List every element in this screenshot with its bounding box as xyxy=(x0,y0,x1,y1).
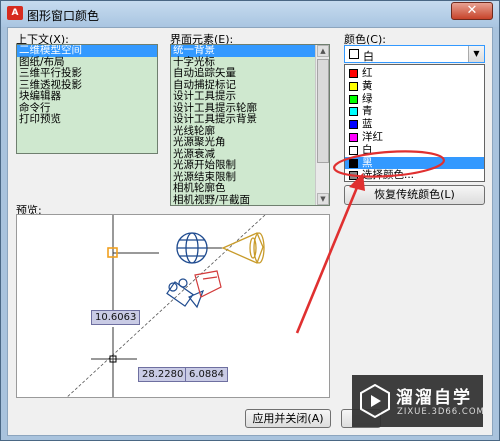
current-color-name: 白 xyxy=(363,50,374,63)
color-swatch-icon xyxy=(349,81,358,91)
color-option-label: 选择颜色... xyxy=(362,169,415,182)
interface-list-item[interactable]: 自动追踪矢量 xyxy=(171,67,315,80)
interface-list-item[interactable]: 统一背景 xyxy=(171,45,315,57)
context-list-item[interactable]: 打印预览 xyxy=(17,113,157,126)
color-option[interactable]: 白 xyxy=(345,144,484,157)
dimension-readout-1: 10.6063 xyxy=(91,310,141,325)
context-listbox[interactable]: 二维模型空间 图纸/布局 三维平行投影 三维透视投影 块编辑器 命令行 打印预览 xyxy=(16,44,158,154)
color-swatch-icon xyxy=(349,94,358,104)
site-watermark: 溜溜自学 ZIXUE.3D66.COM xyxy=(352,375,485,427)
close-button[interactable]: ✕ xyxy=(451,2,493,20)
window-title: 图形窗口颜色 xyxy=(27,9,100,23)
dimension-readout-3: 6.0884 xyxy=(185,367,228,382)
color-option[interactable]: 黄 xyxy=(345,80,484,93)
color-swatch-icon xyxy=(349,145,358,155)
autocad-app-icon: A xyxy=(7,6,23,20)
dropdown-arrow-icon[interactable]: ▼ xyxy=(468,46,484,62)
color-option-label: 黑 xyxy=(362,156,373,169)
color-option[interactable]: 红 xyxy=(345,67,484,80)
color-option-label: 绿 xyxy=(362,92,373,105)
color-swatch-icon xyxy=(349,69,358,78)
color-option[interactable]: 黑 xyxy=(345,156,484,170)
color-swatch-icon xyxy=(349,107,358,117)
watermark-logo-icon xyxy=(360,384,390,418)
scroll-down-arrow-icon[interactable]: ▼ xyxy=(317,193,329,205)
title-bar[interactable]: A 图形窗口颜色 ✕ xyxy=(1,1,499,27)
color-option[interactable]: 绿 xyxy=(345,93,484,106)
current-color-swatch xyxy=(349,49,359,59)
apply-and-close-button[interactable]: 应用并关闭(A) xyxy=(245,409,331,428)
interface-elements-listbox[interactable]: 统一背景 十字光标 自动追踪矢量 自动捕捉标记 设计工具提示 设计工具提示轮廓 设计工具提示… xyxy=(170,44,330,206)
interface-list-item[interactable]: 光源开始限制 xyxy=(171,159,315,172)
color-combobox[interactable]: 白 ▼ xyxy=(344,45,485,63)
interface-list-item[interactable]: 设计工具提示背景 xyxy=(171,113,315,126)
color-option[interactable]: 洋红 xyxy=(345,131,484,144)
color-dropdown-list[interactable]: 红黄绿青蓝洋红白黑选择颜色... xyxy=(344,64,485,182)
color-swatch-icon xyxy=(349,158,358,168)
context-list-item[interactable]: 二维模型空间 xyxy=(17,45,157,57)
color-option-label: 青 xyxy=(362,105,373,118)
restore-classic-colors-button[interactable]: 恢复传统颜色(L) xyxy=(344,185,485,205)
watermark-url: ZIXUE.3D66.COM xyxy=(397,407,485,417)
context-list-item[interactable]: 三维平行投影 xyxy=(17,67,157,80)
color-option-label: 白 xyxy=(362,143,373,156)
color-option-label: 洋红 xyxy=(362,131,383,143)
color-option[interactable]: 选择颜色... xyxy=(345,169,484,182)
color-swatch-icon xyxy=(349,133,358,142)
point-light-icon xyxy=(176,232,208,264)
scroll-thumb[interactable] xyxy=(317,59,329,163)
watermark-title: 溜溜自学 xyxy=(396,388,472,408)
preview-canvas: 10.6063 28.2280 6.0884 xyxy=(16,214,330,398)
dialog-window: A 图形窗口颜色 ✕ 上下文(X): 二维模型空间 图纸/布局 三维平行投影 三维透视… xyxy=(0,0,500,441)
color-swatch-icon xyxy=(349,120,358,130)
color-option-label: 黄 xyxy=(362,79,373,92)
dimension-readout-2: 28.2280 xyxy=(138,367,188,382)
spotlight-icon xyxy=(221,232,265,264)
color-option[interactable]: 青 xyxy=(345,105,484,118)
interface-list-scrollbar[interactable]: ▲ ▼ xyxy=(315,45,329,205)
color-option[interactable]: 蓝 xyxy=(345,118,484,131)
context-list-item[interactable]: 块编辑器 xyxy=(17,90,157,103)
color-option-label: 红 xyxy=(362,67,373,79)
interface-list-item[interactable]: 设计工具提示 xyxy=(171,90,315,103)
color-swatch-icon xyxy=(349,171,358,181)
interface-list-item[interactable]: 光源聚光角 xyxy=(171,136,315,149)
scroll-up-arrow-icon[interactable]: ▲ xyxy=(317,45,329,57)
color-option-label: 蓝 xyxy=(362,118,373,131)
interface-list-item[interactable]: 相机轮廓色 xyxy=(171,182,315,195)
